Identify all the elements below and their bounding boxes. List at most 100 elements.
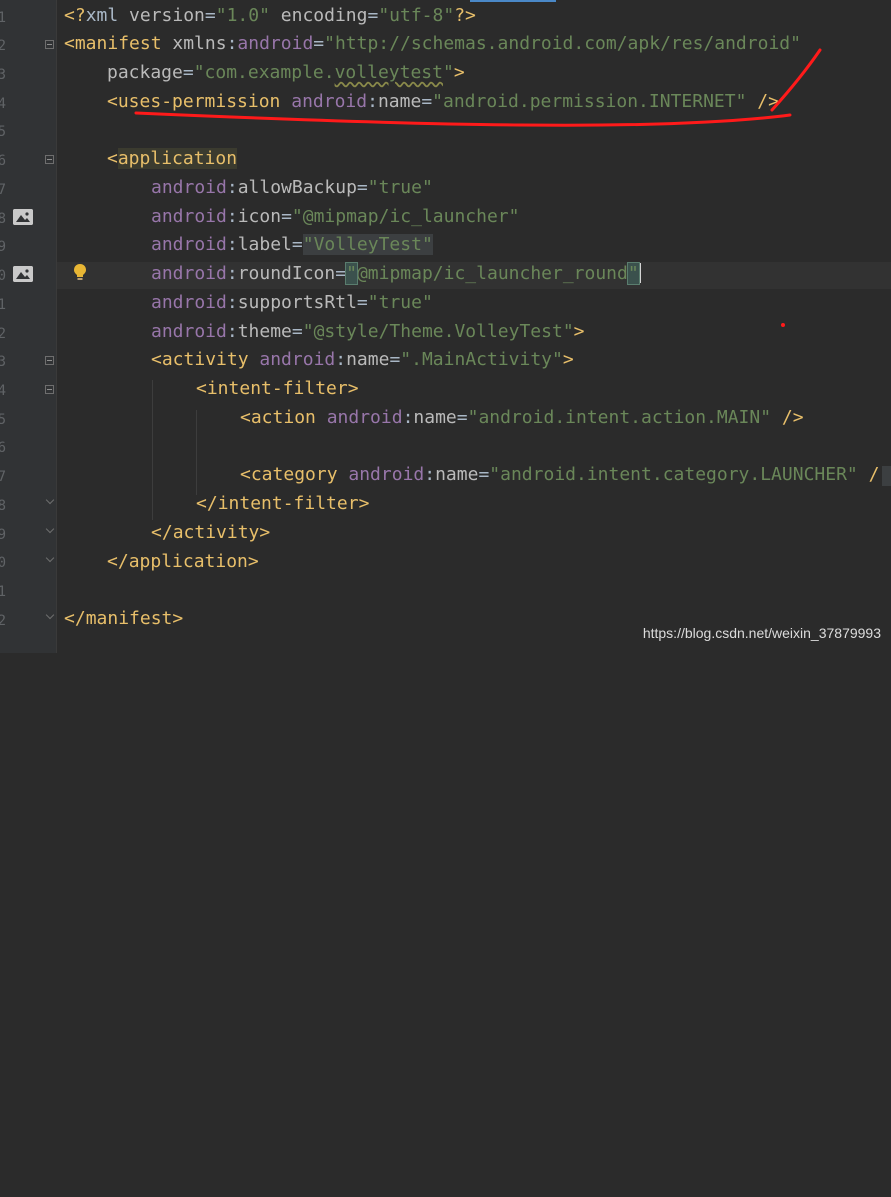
code-editor[interactable]: <?xml version="1.0" encoding="utf-8"?> <… bbox=[0, 0, 879, 1197]
token: "android.intent.action.MAIN" bbox=[467, 407, 772, 428]
token: android bbox=[151, 234, 227, 255]
fold-icon[interactable] bbox=[45, 155, 54, 164]
watermark: https://blog.csdn.net/weixin_37879993 bbox=[642, 625, 881, 641]
token: android bbox=[337, 464, 425, 485]
code-line-4[interactable]: <uses-permission android:name="android.p… bbox=[107, 91, 779, 113]
code-line-1[interactable]: <?xml version="1.0" encoding="utf-8"?> bbox=[64, 5, 476, 27]
token: package bbox=[107, 62, 183, 83]
token: < bbox=[196, 378, 207, 399]
code-line-7[interactable]: android:allowBackup="true" bbox=[151, 177, 433, 199]
token: / bbox=[857, 464, 880, 485]
token: ?> bbox=[454, 5, 476, 26]
token: > bbox=[172, 608, 184, 629]
token: name bbox=[377, 91, 422, 112]
code-line-14[interactable]: <intent-filter> bbox=[196, 378, 359, 400]
token: /> bbox=[771, 407, 804, 428]
token: < bbox=[107, 91, 118, 112]
token: < bbox=[240, 464, 251, 485]
code-line-3[interactable]: package="com.example.volleytest"> bbox=[107, 62, 465, 84]
token: allowBackup bbox=[237, 177, 357, 198]
token: <? bbox=[64, 5, 86, 26]
token: : bbox=[226, 33, 238, 54]
token: " bbox=[626, 262, 640, 285]
token: = bbox=[421, 91, 433, 112]
token: android bbox=[237, 33, 314, 54]
token: > bbox=[453, 62, 465, 83]
token: </ bbox=[107, 551, 129, 572]
token: = bbox=[281, 206, 292, 227]
token: > bbox=[573, 321, 585, 342]
scroll-edge bbox=[882, 466, 891, 486]
code-line-18[interactable]: </intent-filter> bbox=[196, 493, 369, 515]
code-line-2[interactable]: <manifest xmlns:android="http://schemas.… bbox=[64, 33, 801, 55]
token: icon bbox=[237, 206, 282, 227]
token: "@mipmap/ic_launcher" bbox=[291, 206, 520, 227]
token: : bbox=[226, 263, 238, 284]
token: </ bbox=[196, 493, 218, 514]
token: = bbox=[313, 33, 325, 54]
token: volleytest bbox=[334, 62, 443, 83]
token: > bbox=[358, 493, 370, 514]
code-line-9[interactable]: android:label="VolleyTest" bbox=[151, 234, 433, 256]
code-line-8[interactable]: android:icon="@mipmap/ic_launcher" bbox=[151, 206, 519, 228]
token: = bbox=[291, 321, 303, 342]
token: android bbox=[315, 407, 403, 428]
fold-icon[interactable] bbox=[45, 356, 54, 365]
code-line-17[interactable]: <category android:name="android.intent.c… bbox=[240, 464, 879, 486]
token: label bbox=[237, 234, 292, 255]
token: = bbox=[335, 263, 347, 284]
token: </ bbox=[151, 522, 173, 543]
code-line-12[interactable]: android:theme="@style/Theme.VolleyTest"> bbox=[151, 321, 585, 343]
token: manifest bbox=[85, 608, 173, 629]
fold-icon[interactable] bbox=[45, 40, 54, 49]
token: "1.0" bbox=[215, 5, 270, 26]
token: : bbox=[226, 206, 238, 227]
token: activity bbox=[172, 522, 260, 543]
token: name bbox=[413, 407, 457, 428]
code-line-13[interactable]: <activity android:name=".MainActivity"> bbox=[151, 349, 574, 371]
token: android bbox=[151, 177, 227, 198]
code-line-6[interactable]: <application bbox=[107, 148, 238, 170]
code-line-15[interactable]: <action android:name="android.intent.act… bbox=[240, 407, 804, 429]
token: = bbox=[367, 5, 379, 26]
token: : bbox=[226, 177, 238, 198]
token: /> bbox=[746, 91, 779, 112]
token: "android.intent.category.LAUNCHER" bbox=[489, 464, 858, 485]
text-caret bbox=[638, 263, 641, 283]
token: > bbox=[247, 551, 259, 572]
token: name bbox=[435, 464, 479, 485]
token: > bbox=[562, 349, 574, 370]
indent-guide bbox=[152, 380, 153, 520]
token: android bbox=[248, 349, 336, 370]
code-line-10[interactable]: android:roundIcon="@mipmap/ic_launcher_r… bbox=[151, 262, 641, 285]
token: roundIcon bbox=[237, 263, 336, 284]
token: = bbox=[456, 407, 468, 428]
token: > bbox=[259, 522, 271, 543]
token: : bbox=[226, 234, 238, 255]
token: "android.permission.INTERNET" bbox=[432, 91, 747, 112]
fold-icon[interactable] bbox=[45, 385, 54, 394]
token: < bbox=[64, 33, 75, 54]
token: encoding bbox=[269, 5, 368, 26]
token: : bbox=[226, 292, 238, 313]
token: "@style/Theme.VolleyTest" bbox=[302, 321, 574, 342]
token: android bbox=[280, 91, 368, 112]
token: xmlns bbox=[161, 33, 227, 54]
token: < bbox=[240, 407, 251, 428]
token: </ bbox=[64, 608, 86, 629]
token: "com.example. bbox=[193, 62, 335, 83]
token: "http://schemas.android.com/apk/res/andr… bbox=[324, 33, 801, 54]
code-line-11[interactable]: android:supportsRtl="true" bbox=[151, 292, 433, 314]
code-line-19[interactable]: </activity> bbox=[151, 522, 270, 544]
token: @mipmap/ic_launcher_round bbox=[356, 263, 628, 284]
code-line-20[interactable]: </application> bbox=[107, 551, 259, 573]
token: application bbox=[128, 551, 248, 572]
token: category bbox=[250, 464, 338, 485]
code-line-22[interactable]: </manifest> bbox=[64, 608, 183, 630]
token: " bbox=[442, 62, 454, 83]
token: : bbox=[335, 349, 347, 370]
lightbulb-icon[interactable] bbox=[73, 263, 87, 281]
token: "VolleyTest" bbox=[302, 234, 433, 255]
token: = bbox=[389, 349, 401, 370]
token: ".MainActivity" bbox=[400, 349, 563, 370]
